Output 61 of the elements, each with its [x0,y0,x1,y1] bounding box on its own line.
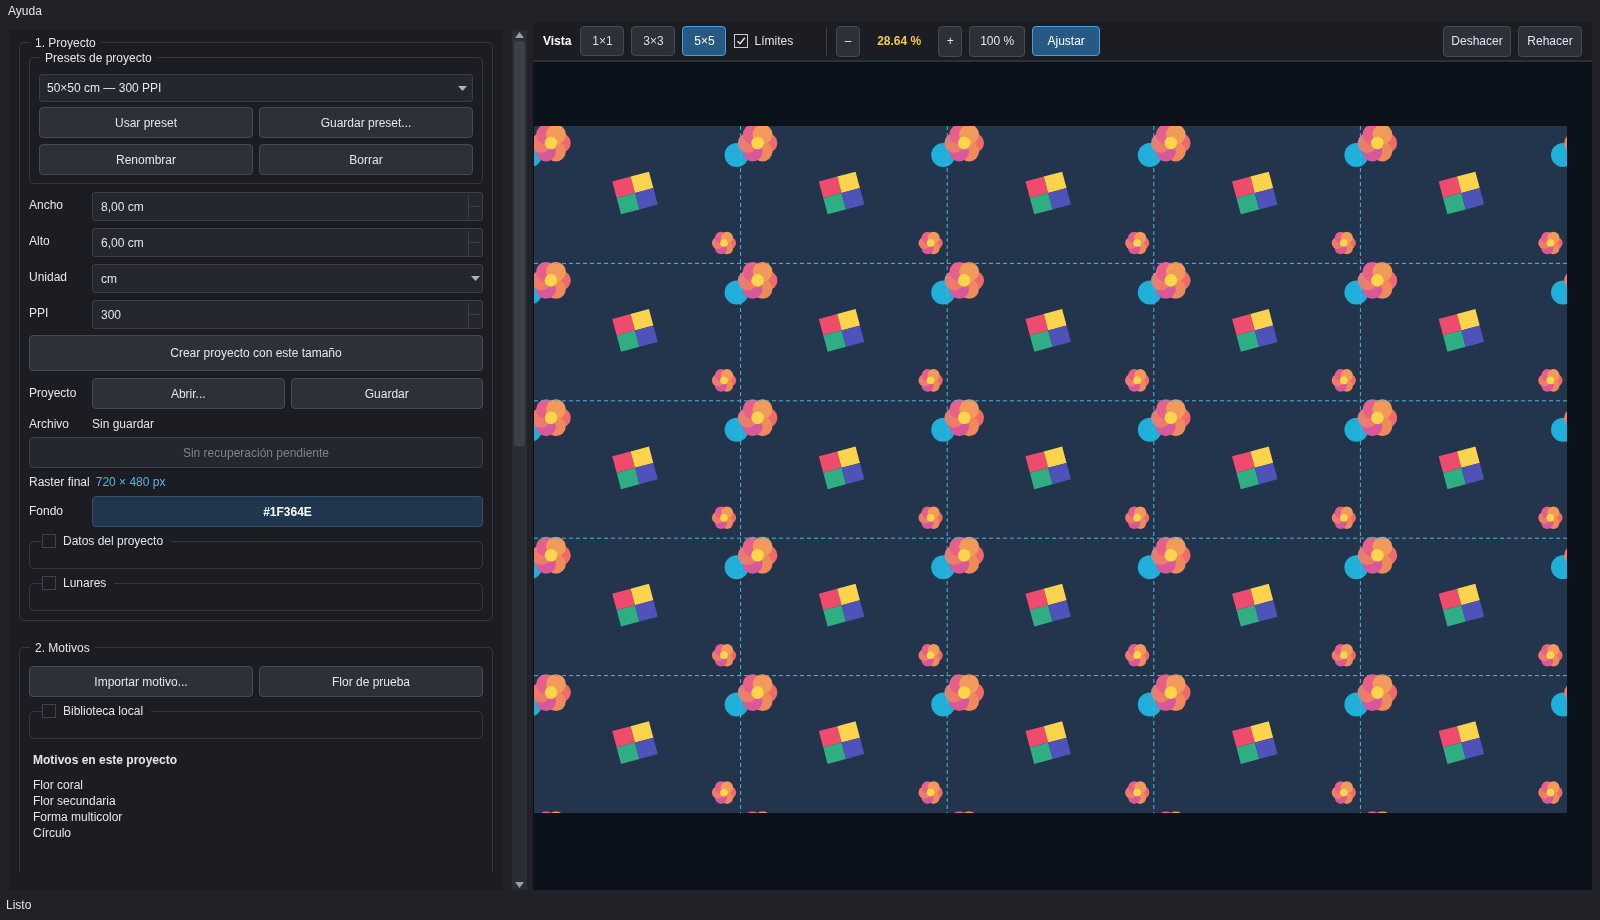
file-status: Sin guardar [92,416,155,433]
create-project-button[interactable]: Crear proyecto con este tamaño [29,335,483,371]
view-tab[interactable]: 3×3 [631,26,676,56]
checkmark-icon [736,36,747,46]
dropdown-caret-icon[interactable] [458,85,467,91]
color-button[interactable]: #1F364E [92,496,483,527]
scroll-up-icon[interactable] [515,32,524,38]
checkbox[interactable] [42,534,56,548]
unit-dropdown[interactable]: cm [92,264,483,293]
number-field[interactable]: 300 [92,300,483,329]
spin-arrows-icon[interactable] [468,302,480,327]
redo-button[interactable]: Rehacer [1518,25,1582,57]
field-label: Raster final [29,474,90,491]
field-label: Fondo [29,503,65,520]
recovery-button: Sin recuperación pendiente [29,437,483,468]
raster-size: 720 × 480 px [95,474,166,491]
project-button[interactable]: Abrir... [92,378,285,409]
motif-list-item[interactable]: Flor coral [33,777,483,793]
bounds-label: Límites [754,33,794,50]
status-text: Listo [6,897,32,914]
zoom-out-button[interactable]: – [836,25,861,57]
undo-button[interactable]: Deshacer [1443,25,1511,57]
view-tab[interactable]: 1×1 [580,26,625,56]
field-label: Archivo [29,416,70,433]
group-title: Presets de proyecto [40,49,157,67]
spin-arrows-icon[interactable] [468,194,480,219]
project-button[interactable]: Guardar [290,378,483,409]
preset-button[interactable]: Guardar preset... [259,107,473,138]
zoom-in-button[interactable]: + [938,25,963,57]
actual-size-button[interactable]: 100 % [969,25,1026,57]
group-title: Lunares [63,575,107,592]
field-label: Ancho [29,197,65,214]
scroll-down-icon[interactable] [515,882,524,888]
field-label: Unidad [29,269,69,286]
motif-button[interactable]: Importar motivo... [29,666,253,697]
preset-button[interactable]: Usar preset [39,107,253,138]
menu-item[interactable]: Ayuda [8,2,42,20]
preset-dropdown[interactable]: 50×50 cm — 300 PPI [39,74,473,102]
view-label: Vista [543,33,572,50]
checkbox[interactable] [42,704,56,718]
number-field[interactable]: 8,00 cm [92,192,483,221]
group-title: Biblioteca local [63,703,144,720]
number-field[interactable]: 6,00 cm [92,228,483,257]
fit-button[interactable]: Ajustar [1032,26,1101,56]
motif-button[interactable]: Flor de prueba [259,666,483,697]
zoom-level: 28.64 % [876,33,923,50]
preset-button[interactable]: Borrar [259,144,473,175]
checkbox[interactable] [42,576,56,590]
motif-list-item[interactable]: Flor secundaria [33,793,483,809]
field-label: Alto [29,233,51,250]
motif-list-item[interactable]: Círculo [33,825,483,841]
preset-button[interactable]: Renombrar [39,144,253,175]
field-label: PPI [29,305,50,322]
view-tab[interactable]: 5×5 [682,26,727,56]
group-title: Datos del proyecto [63,533,164,550]
dropdown-caret-icon[interactable] [471,276,480,281]
spin-arrows-icon[interactable] [468,230,480,255]
list-heading: Motivos en este proyecto [33,752,179,769]
scrollbar[interactable] [512,30,527,890]
field-label: Proyecto [29,385,78,402]
motif-list-item[interactable]: Forma multicolor [33,809,483,825]
